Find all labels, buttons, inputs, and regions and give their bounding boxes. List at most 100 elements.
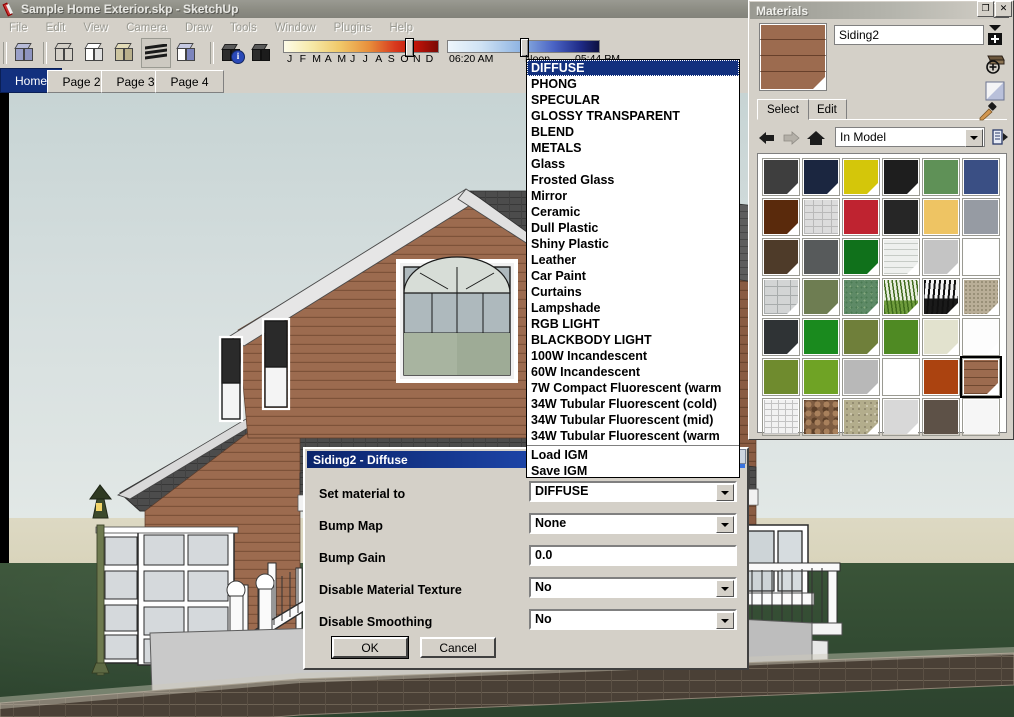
mdi-close-button[interactable]: ✕ xyxy=(995,1,1012,17)
material-swatch-asphalt-dark[interactable] xyxy=(762,158,800,196)
material-swatch-navy-solid[interactable] xyxy=(802,158,840,196)
material-preview-swatch[interactable] xyxy=(759,23,827,91)
material-swatch-olive-green[interactable] xyxy=(802,278,840,316)
material-library-select[interactable]: In Model xyxy=(835,127,985,147)
material-swatch-brown-gray[interactable] xyxy=(922,398,960,436)
menu-item-help[interactable]: Help xyxy=(380,20,422,36)
set-to-paint-default-button[interactable] xyxy=(983,51,1007,75)
material-swatch-sand-texture[interactable] xyxy=(962,278,1000,316)
material-swatch-area[interactable] xyxy=(757,153,1007,436)
menu-item-tools[interactable]: Tools xyxy=(221,20,266,36)
dropdown-item-phong[interactable]: PHONG xyxy=(527,76,739,92)
material-name-input[interactable]: Siding2 xyxy=(834,25,984,45)
material-swatch-olive-mid[interactable] xyxy=(842,318,880,356)
material-swatch-red-brick-solid[interactable] xyxy=(842,198,880,236)
dropdown-item-glossy-transparent[interactable]: GLOSSY TRANSPARENT xyxy=(527,108,739,124)
field-set-material-to[interactable]: DIFFUSE xyxy=(529,481,737,502)
material-swatch-stone-speckled[interactable] xyxy=(842,398,880,436)
shaded-style-button[interactable] xyxy=(111,39,139,67)
dropdown-item-ceramic[interactable]: Ceramic xyxy=(527,204,739,220)
nav-forward-button[interactable] xyxy=(781,129,801,147)
field-bump-map[interactable]: None xyxy=(529,513,737,534)
material-swatch-white-off[interactable] xyxy=(962,398,1000,436)
material-swatch-black-white-split[interactable] xyxy=(882,158,920,196)
library-dropdown-arrow[interactable] xyxy=(965,129,983,147)
tab-edit[interactable]: Edit xyxy=(807,99,847,119)
dropdown-item-car-paint[interactable]: Car Paint xyxy=(527,268,739,284)
wireframe-style-button[interactable] xyxy=(51,39,79,67)
tab-select[interactable]: Select xyxy=(757,99,809,120)
dropdown-item-blackbody-light[interactable]: BLACKBODY LIGHT xyxy=(527,332,739,348)
material-swatch-green-solid[interactable] xyxy=(922,158,960,196)
sample-paint-button[interactable] xyxy=(977,101,999,128)
material-swatch-cobble-stone[interactable] xyxy=(802,398,840,436)
material-swatch-white-plain-3[interactable] xyxy=(882,358,920,396)
material-swatch-white-plain-2[interactable] xyxy=(962,318,1000,356)
create-material-button[interactable] xyxy=(983,23,1007,47)
dropdown-item-leather[interactable]: Leather xyxy=(527,252,739,268)
menu-item-camera[interactable]: Camera xyxy=(117,20,176,36)
field-bump-gain[interactable]: 0.0 xyxy=(529,545,737,566)
shaded-with-textures-style-button[interactable] xyxy=(141,37,171,68)
dropdown-item-100w-incandescent[interactable]: 100W Incandescent xyxy=(527,348,739,364)
dropdown-item-dull-plastic[interactable]: Dull Plastic xyxy=(527,220,739,236)
material-swatch-green-forest[interactable] xyxy=(842,238,880,276)
material-swatch-cream[interactable] xyxy=(922,318,960,356)
dropdown-item-save-igm[interactable]: Save IGM xyxy=(527,463,739,477)
field-disable-smoothing[interactable]: No xyxy=(529,609,737,630)
monochrome-style-button[interactable] xyxy=(173,39,201,67)
dropdown-item-specular[interactable]: SPECULAR xyxy=(527,92,739,108)
material-swatch-charcoal-solid[interactable] xyxy=(882,198,920,236)
dropdown-item-glass[interactable]: Glass xyxy=(527,156,739,172)
material-swatch-stone-wall-light[interactable] xyxy=(802,198,840,236)
dropdown-item-mirror[interactable]: Mirror xyxy=(527,188,739,204)
material-swatch-sand-tan[interactable] xyxy=(922,198,960,236)
material-swatch-brown-dark[interactable] xyxy=(762,198,800,236)
dropdown-item-blend[interactable]: BLEND xyxy=(527,124,739,140)
dropdown-item-shiny-plastic[interactable]: Shiny Plastic xyxy=(527,236,739,252)
menu-item-draw[interactable]: Draw xyxy=(176,20,221,36)
material-swatch-gray-medium[interactable] xyxy=(802,238,840,276)
material-swatch-concrete-block[interactable] xyxy=(762,278,800,316)
dropdown-item-34w-tubular-fluorescent-mid[interactable]: 34W Tubular Fluorescent (mid) xyxy=(527,412,739,428)
ok-button[interactable]: OK xyxy=(332,637,408,658)
xray-style-button[interactable] xyxy=(11,39,39,67)
dropdown-item-curtains[interactable]: Curtains xyxy=(527,284,739,300)
material-swatch-green-apple[interactable] xyxy=(802,358,840,396)
month-slider-track[interactable] xyxy=(283,39,439,53)
material-swatch-white-plain[interactable] xyxy=(962,238,1000,276)
disable-smoothing-dropdown-arrow[interactable] xyxy=(716,612,734,629)
mdi-restore-button[interactable]: ❐ xyxy=(977,1,994,17)
menu-item-window[interactable]: Window xyxy=(266,20,325,36)
disable-material-texture-dropdown-arrow[interactable] xyxy=(716,580,734,597)
menu-item-plugins[interactable]: Plugins xyxy=(325,20,381,36)
dropdown-item-metals[interactable]: METALS xyxy=(527,140,739,156)
material-swatch-green-bright[interactable] xyxy=(802,318,840,356)
month-slider[interactable]: JFMAMJJASOND xyxy=(283,37,439,66)
field-disable-material-texture[interactable]: No xyxy=(529,577,737,598)
material-swatch-gray-light[interactable] xyxy=(922,238,960,276)
render-start-button[interactable] xyxy=(248,39,276,67)
material-swatch-green-lawn[interactable] xyxy=(882,318,920,356)
scene-tab-page-4[interactable]: Page 4 xyxy=(155,70,224,93)
dropdown-item-diffuse[interactable]: DIFFUSE xyxy=(527,60,739,76)
dropdown-item-34w-tubular-fluorescent-warm[interactable]: 34W Tubular Fluorescent (warm xyxy=(527,428,739,444)
set-material-to-dropdown-list[interactable]: DIFFUSE PHONG SPECULAR GLOSSY TRANSPARENT BL… xyxy=(526,59,740,478)
dropdown-item-frosted-glass[interactable]: Frosted Glass xyxy=(527,172,739,188)
material-swatch-shrub-green[interactable] xyxy=(842,278,880,316)
dropdown-item-load-igm[interactable]: Load IGM xyxy=(527,447,739,463)
menu-item-view[interactable]: View xyxy=(74,20,117,36)
material-swatch-yellow-solid[interactable] xyxy=(842,158,880,196)
material-swatch-olive-leaf[interactable] xyxy=(762,358,800,396)
dropdown-item-7w-compact-fluorescent-warm[interactable]: 7W Compact Fluorescent (warm xyxy=(527,380,739,396)
set-material-to-dropdown-arrow[interactable] xyxy=(716,484,734,501)
material-swatch-terracotta[interactable] xyxy=(922,358,960,396)
render-info-button[interactable]: i xyxy=(218,39,246,67)
material-swatch-gray-blue[interactable] xyxy=(962,198,1000,236)
cancel-button[interactable]: Cancel xyxy=(420,637,496,658)
nav-home-button[interactable] xyxy=(805,129,825,147)
dropdown-item-34w-tubular-fluorescent-cold[interactable]: 34W Tubular Fluorescent (cold) xyxy=(527,396,739,412)
bump-map-dropdown-arrow[interactable] xyxy=(716,516,734,533)
hidden-line-style-button[interactable] xyxy=(81,39,109,67)
material-swatch-siding2-selected[interactable] xyxy=(960,356,1002,398)
